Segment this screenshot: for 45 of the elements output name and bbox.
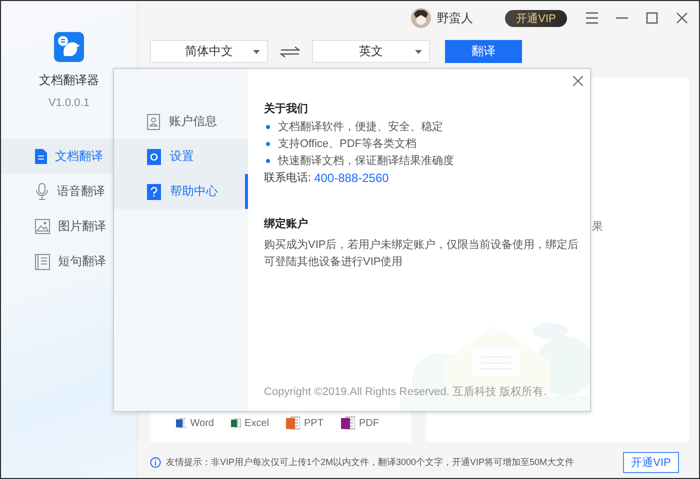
file-type-label: Excel (244, 418, 269, 428)
result-text: 果 (592, 221, 603, 233)
help-icon (147, 184, 161, 200)
microphone-icon (35, 183, 49, 200)
file-type-label: PPT (304, 418, 324, 428)
bullet-icon (266, 142, 270, 146)
vip-button[interactable]: 开通VIP (505, 10, 567, 26)
bullet-text: 快速翻译文档，保证翻译结果准确度 (278, 154, 454, 168)
file-type-label: Word (190, 418, 214, 428)
user-name[interactable]: 野蛮人 (437, 10, 473, 26)
tip-text: 友情提示：非VIP用户每次仅可上传1个2M以内文件，翻译3000个文字，开通VIP将可增加至50M大文件 (166, 456, 574, 469)
dialog-menu-item[interactable]: 设置 (114, 139, 248, 174)
app-logo (54, 32, 84, 62)
section-text: 购买成为VIP后，若用户未绑定账户，仅限当前设备使用，绑定后可登陆其他设备进行VIP使用 (264, 238, 579, 270)
contact-label: 联系电话: (264, 170, 312, 185)
sidebar-item[interactable]: 短句翻译 (1, 244, 137, 279)
dropdown-caret-icon (415, 50, 422, 54)
info-icon (150, 457, 161, 468)
text-document-icon (35, 254, 50, 270)
vip-button[interactable]: 开通VIP (623, 452, 679, 473)
translate-button[interactable]: 翻译 (445, 40, 522, 63)
bullet-text: 支持Office、PDF等各类文档 (278, 136, 417, 151)
close-icon[interactable] (573, 76, 583, 86)
bullet-icon (266, 124, 270, 128)
language-dropdown[interactable]: 简体中文 (150, 40, 268, 63)
bullet-text: 文档翻译软件，便捷、安全、稳定 (278, 120, 443, 134)
dialog-menu-item[interactable]: 账户信息 (114, 104, 248, 139)
swap-icon[interactable] (280, 46, 300, 58)
language-dropdown[interactable]: 英文 (312, 40, 430, 63)
user-avatar[interactable] (411, 8, 431, 28)
section-title: 绑定账户 (264, 216, 309, 232)
settings-icon (147, 148, 161, 164)
app-name: 文档翻译器 (39, 72, 99, 89)
section-title: 关于我们 (264, 102, 309, 117)
copyright-text: Copyright ©2019.All Rights Reserved. 互盾科技 版权所有. (264, 385, 548, 399)
sidebar-item[interactable]: 图片翻译 (1, 209, 137, 244)
image-icon (35, 219, 50, 234)
phone-number: 400-888-2560 (314, 170, 389, 184)
version-label: V1.0.0.1 (48, 97, 90, 109)
dialog-menu-item[interactable]: 帮助中心 (114, 174, 248, 209)
user-card-icon (147, 114, 160, 130)
file-type-label: PDF (359, 418, 379, 428)
dropdown-caret-icon (253, 50, 260, 54)
document-icon (35, 149, 47, 164)
bullet-icon (266, 158, 270, 162)
